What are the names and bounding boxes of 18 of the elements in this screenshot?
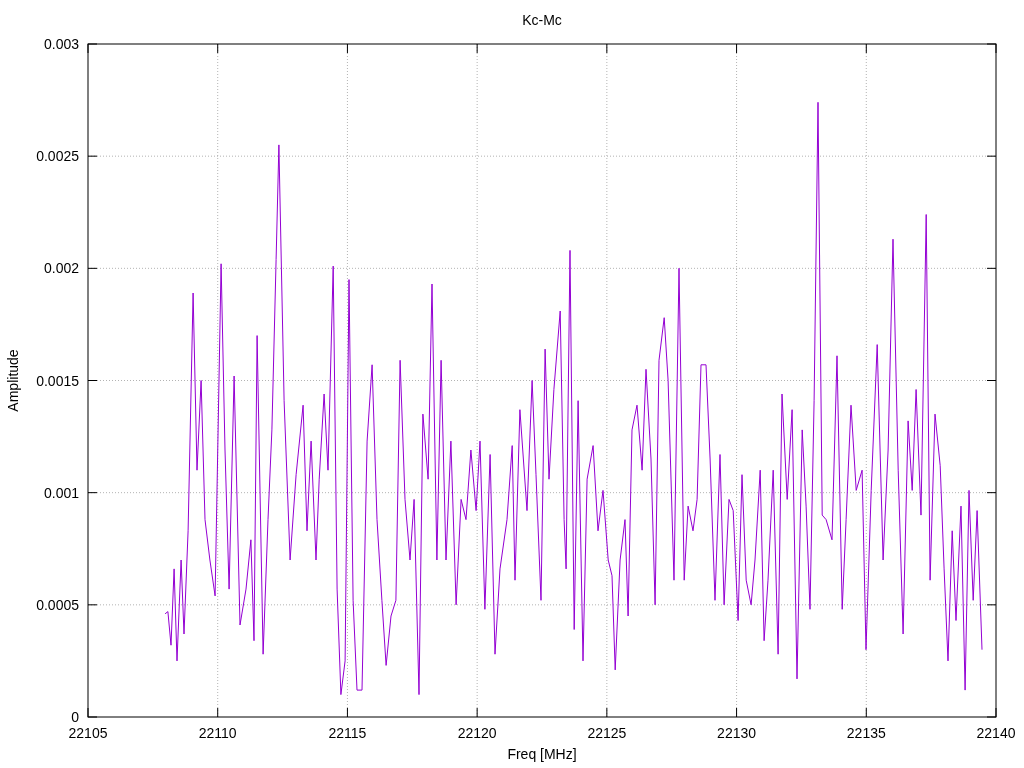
tick-label: 22135 xyxy=(846,725,886,741)
x-axis-label: Freq [MHz] xyxy=(507,746,577,762)
tick-label: 0.0005 xyxy=(36,596,79,613)
tick-label: 22110 xyxy=(198,725,237,741)
tick-label: 0.001 xyxy=(43,484,79,501)
tick-label: 22120 xyxy=(457,725,497,741)
chart-title: Kc-Mc xyxy=(522,12,562,28)
tick-label: 0.0015 xyxy=(36,372,79,389)
tick-label: 22125 xyxy=(587,725,627,741)
tick-label: 22140 xyxy=(976,725,1016,741)
tick-label: 22115 xyxy=(328,725,367,741)
tick-label: 22130 xyxy=(717,725,757,741)
tick-label: 22105 xyxy=(68,725,108,741)
tick-label: 0.0025 xyxy=(36,148,79,165)
tick-label: 0.002 xyxy=(43,260,79,277)
y-axis-label: Amplitude xyxy=(5,349,21,412)
tick-label: 0.003 xyxy=(43,36,79,52)
tick-label: 0 xyxy=(71,709,79,725)
